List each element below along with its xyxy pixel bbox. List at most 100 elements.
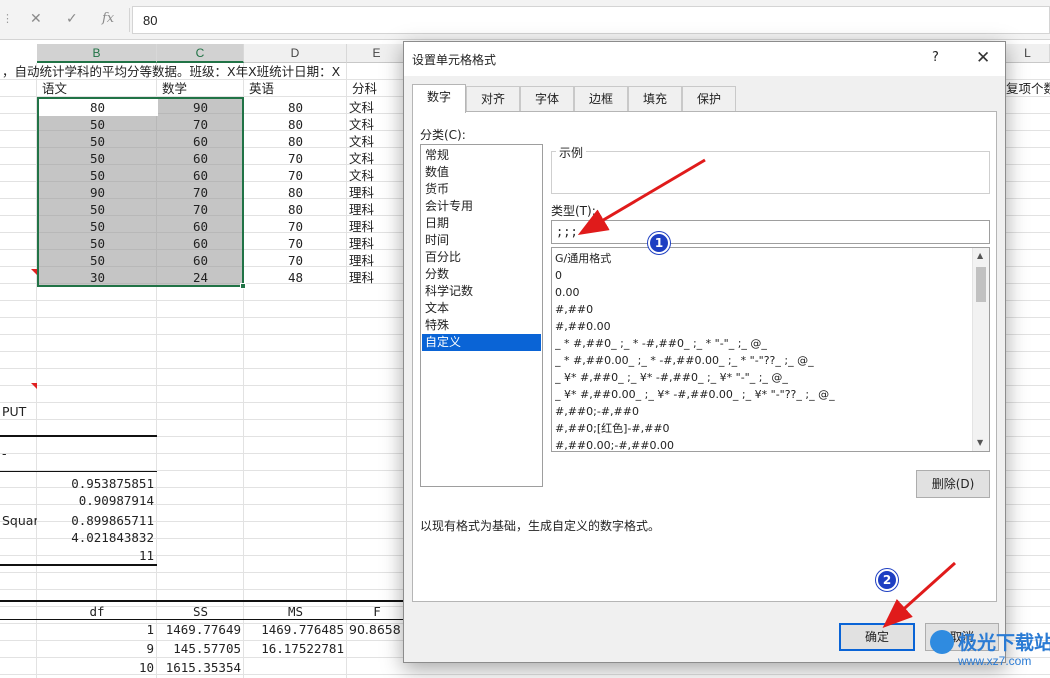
stat-value[interactable]: 11 [37,547,157,564]
row1-description[interactable]: ，自动统计学科的平均分等数据。班级：X年X班统计日期：X [0,63,410,80]
category-item[interactable]: 文本 [422,300,541,317]
tab-fill[interactable]: 填充 [628,86,682,112]
tab-border[interactable]: 边框 [574,86,628,112]
table-cell[interactable]: 60 [157,235,244,252]
stat-value[interactable]: 0.953875851 [37,475,157,492]
table-cell[interactable]: 70 [157,116,244,133]
table-cell[interactable]: 30 [37,269,157,286]
anova-header-ms[interactable]: MS [244,603,347,620]
category-item[interactable]: 会计专用 [422,198,541,215]
format-item[interactable]: #,##0 [555,301,970,318]
table-cell[interactable]: 文科 [347,116,407,133]
table-cell[interactable]: 理科 [347,252,407,269]
tab-font[interactable]: 字体 [520,86,574,112]
table-cell[interactable]: 80 [244,184,347,201]
column-header-c[interactable]: C [157,44,244,63]
category-item[interactable]: 日期 [422,215,541,232]
column-header-e[interactable]: E [347,44,407,63]
formula-input[interactable]: 80 [132,6,1050,34]
table-cell[interactable]: 60 [157,218,244,235]
anova-header-df[interactable]: df [37,603,157,620]
table-cell[interactable]: 文科 [347,167,407,184]
column-header-b[interactable]: B [37,44,157,63]
table-cell[interactable]: 70 [157,201,244,218]
dialog-titlebar[interactable]: 设置单元格格式 ? ✕ [404,42,1005,76]
table-cell[interactable]: 90 [157,99,244,116]
column-header-d[interactable]: D [244,44,347,63]
table-cell[interactable]: 50 [37,150,157,167]
table-cell[interactable]: 文科 [347,133,407,150]
table-cell[interactable]: 50 [37,252,157,269]
table-cell[interactable]: 50 [37,167,157,184]
category-item[interactable]: 百分比 [422,249,541,266]
stat-value[interactable]: 4.021843832 [37,529,157,546]
format-item[interactable]: #,##0;-#,##0 [555,403,970,420]
anova-cell[interactable]: 9 [37,640,157,657]
anova-cell[interactable]: 90.8658 [347,621,407,638]
format-item[interactable]: #,##0;[红色]-#,##0 [555,420,970,437]
table-cell[interactable]: 70 [244,167,347,184]
format-item[interactable]: #,##0.00 [555,318,970,335]
category-item[interactable]: 数值 [422,164,541,181]
format-item[interactable]: _ ¥* #,##0.00_ ;_ ¥* -#,##0.00_ ;_ ¥* "-… [555,386,970,403]
table-cell[interactable]: 48 [244,269,347,286]
format-item[interactable]: _ * #,##0_ ;_ * -#,##0_ ;_ * "-"_ ;_ @_ [555,335,970,352]
scroll-down-icon[interactable]: ▼ [977,438,983,447]
table-cell[interactable]: 70 [244,150,347,167]
fx-icon[interactable]: fx [102,11,114,26]
scroll-thumb[interactable] [976,267,986,302]
table-cell[interactable]: 50 [37,235,157,252]
header-track[interactable]: 分科 [350,80,406,97]
table-cell[interactable]: 70 [244,252,347,269]
anova-cell[interactable]: 16.17522781 [244,640,347,657]
category-item[interactable]: 时间 [422,232,541,249]
table-cell[interactable]: 理科 [347,269,407,286]
format-item[interactable]: _ ¥* #,##0_ ;_ ¥* -#,##0_ ;_ ¥* "-"_ ;_ … [555,369,970,386]
enter-icon[interactable]: ✓ [66,11,78,27]
anova-cell[interactable]: 1469.77649 [157,621,244,638]
table-cell[interactable]: 80 [244,133,347,150]
anova-cell[interactable] [347,640,407,657]
table-cell[interactable]: 文科 [347,99,407,116]
category-item[interactable]: 分数 [422,266,541,283]
format-type-list[interactable]: G/通用格式 0 0.00 #,##0 #,##0.00 _ * #,##0_ ;_ * … [551,247,990,452]
type-input[interactable]: ;;; [551,220,990,244]
tab-protection[interactable]: 保护 [682,86,736,112]
anova-cell[interactable]: 1615.35354 [157,659,244,676]
anova-cell[interactable] [347,659,407,676]
scroll-up-icon[interactable]: ▲ [977,251,983,260]
table-cell[interactable]: 80 [244,99,347,116]
category-item[interactable]: 货币 [422,181,541,198]
table-cell[interactable]: 60 [157,150,244,167]
anova-cell[interactable] [244,659,347,676]
table-cell[interactable]: 70 [157,184,244,201]
table-cell[interactable]: 文科 [347,150,407,167]
format-list-scrollbar[interactable]: ▲ ▼ [972,248,989,451]
table-cell[interactable]: 50 [37,201,157,218]
format-item[interactable]: #,##0.00;-#,##0.00 [555,437,970,451]
table-cell[interactable]: 理科 [347,218,407,235]
format-item[interactable]: 0.00 [555,284,970,301]
table-cell[interactable]: 60 [157,167,244,184]
table-cell[interactable]: 80 [37,99,157,116]
anova-cell[interactable]: 1 [37,621,157,638]
category-list[interactable]: 常规 数值 货币 会计专用 日期 时间 百分比 分数 科学记数 文本 特殊 自定义 [420,144,543,487]
table-cell[interactable]: 24 [157,269,244,286]
table-cell[interactable]: 60 [157,252,244,269]
help-icon[interactable]: ? [932,50,939,65]
format-item[interactable]: 0 [555,267,970,284]
anova-cell[interactable]: 145.57705 [157,640,244,657]
header-math[interactable]: 数学 [160,80,244,97]
table-cell[interactable]: 70 [244,235,347,252]
table-cell[interactable]: 50 [37,218,157,235]
stat-value[interactable]: 0.90987914 [37,492,157,509]
table-cell[interactable]: 90 [37,184,157,201]
table-cell[interactable]: 理科 [347,201,407,218]
table-cell[interactable]: 理科 [347,184,407,201]
anova-header-f[interactable]: F [347,603,407,620]
stat-value[interactable]: 0.899865711 [37,512,157,529]
table-cell[interactable]: 70 [244,218,347,235]
header-chinese[interactable]: 语文 [40,80,156,97]
tab-alignment[interactable]: 对齐 [466,86,520,112]
table-cell[interactable]: 理科 [347,235,407,252]
